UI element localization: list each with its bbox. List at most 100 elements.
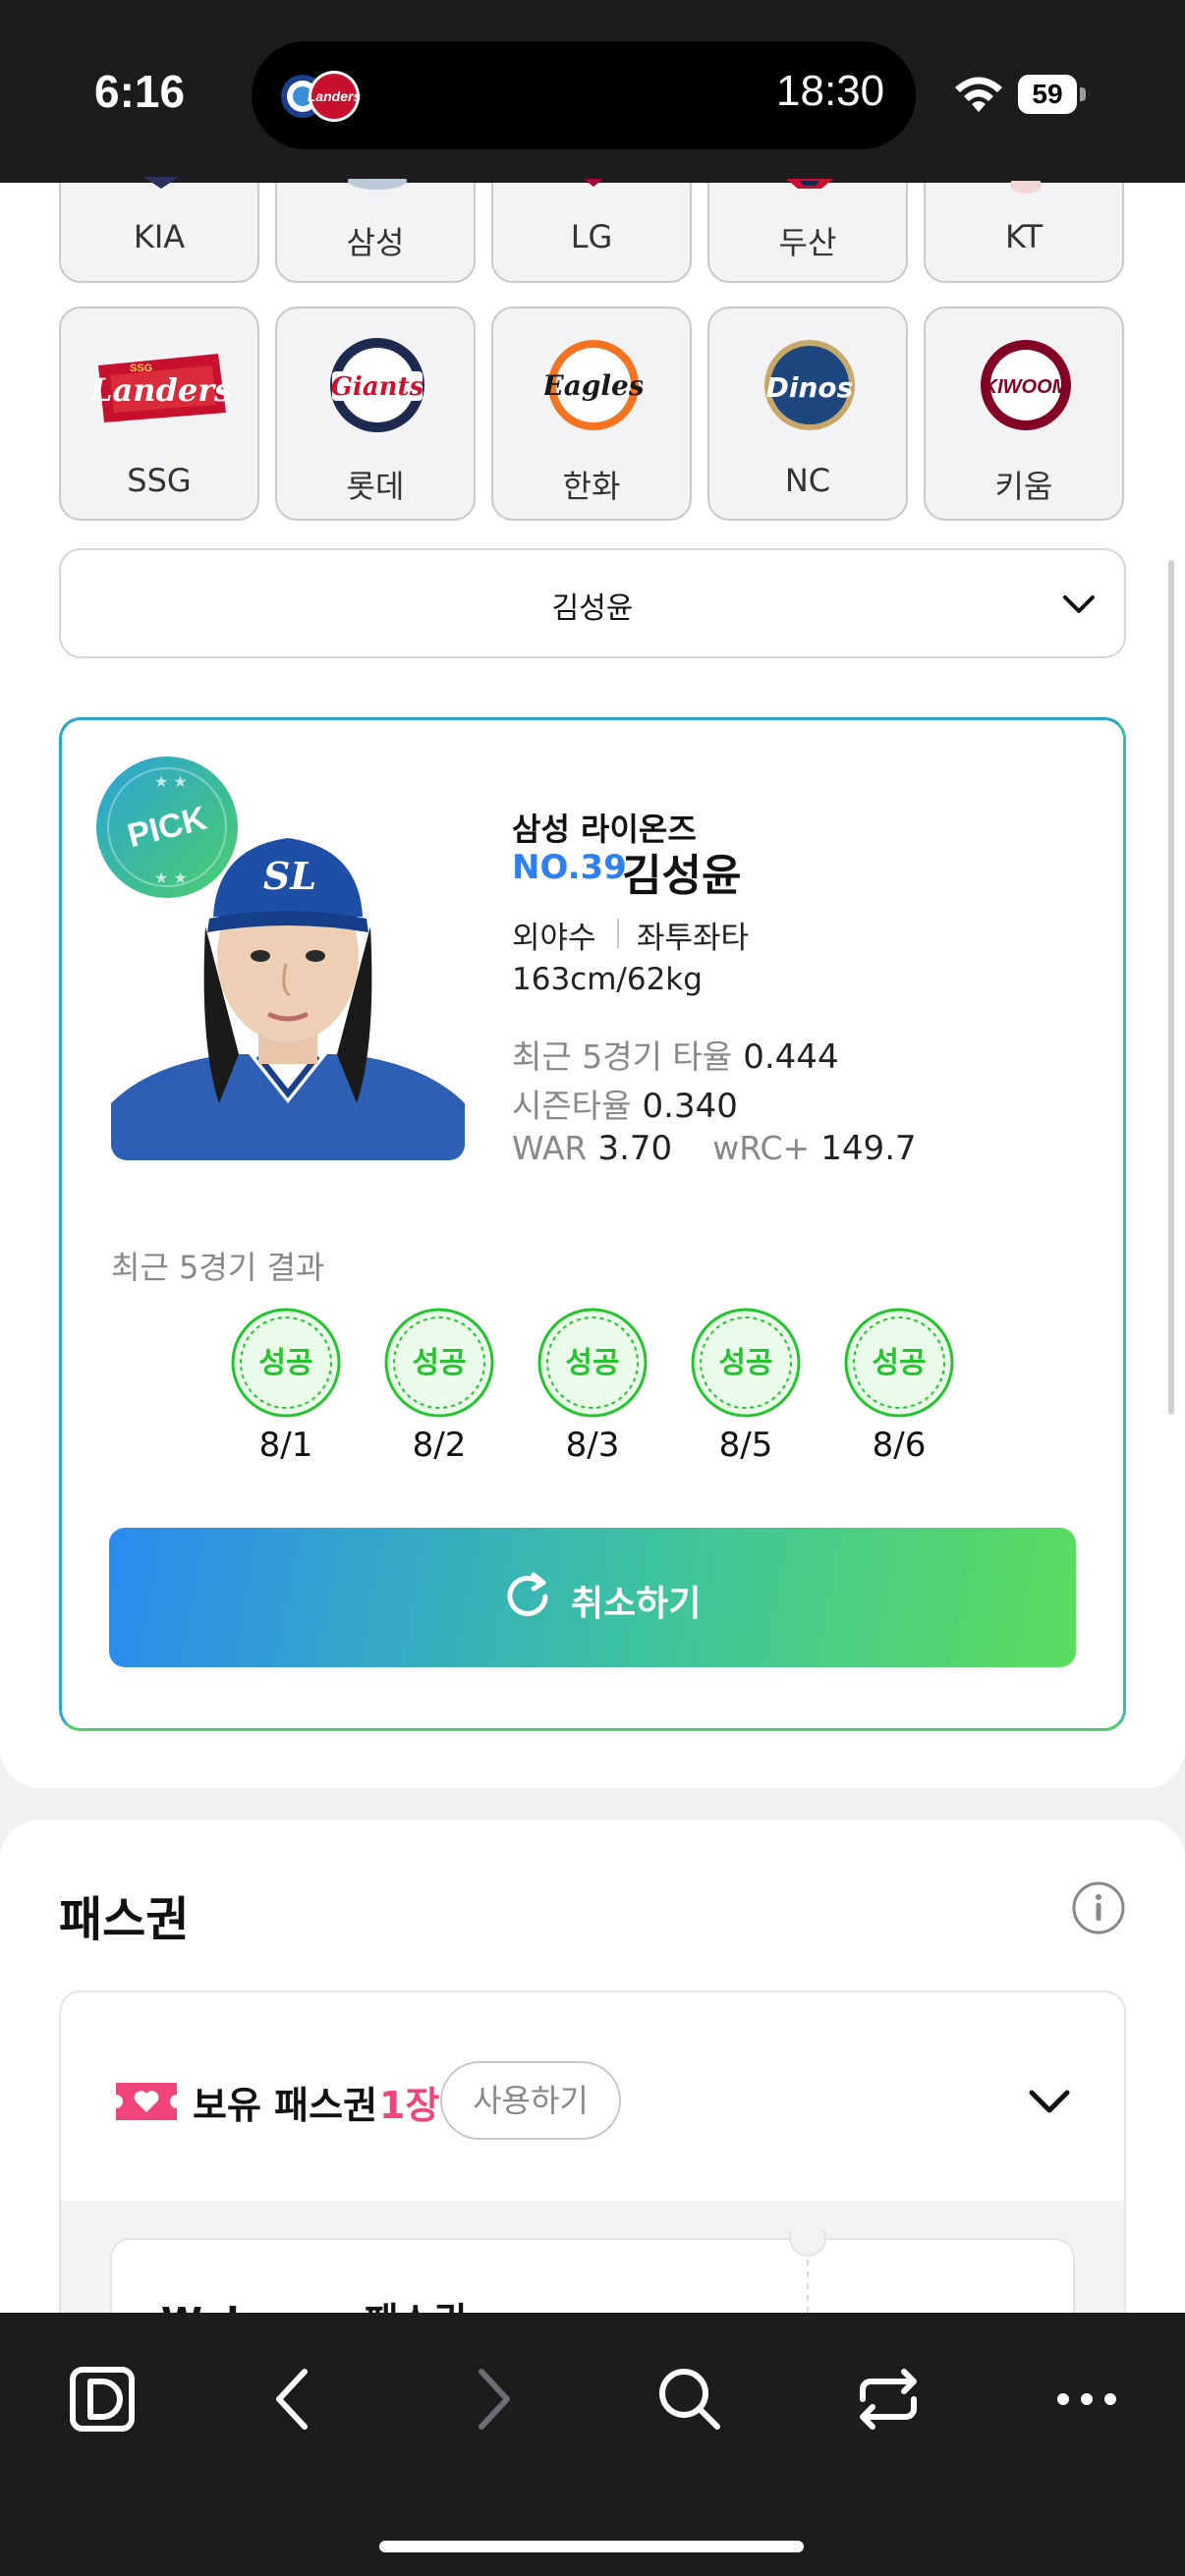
season-avg-row: 시즌타율 0.340 (512, 1080, 738, 1127)
tabs-switch-icon[interactable] (849, 2360, 928, 2438)
result-item: 성공 8/2 (384, 1308, 494, 1465)
cancel-pick-button[interactable]: 취소하기 (109, 1528, 1076, 1667)
stat-value: 0.444 (743, 1037, 839, 1077)
team-button-kiwoom[interactable]: KIWOOM 키움 (924, 307, 1124, 521)
home-indicator[interactable] (379, 2541, 804, 2552)
result-item: 성공 8/3 (537, 1308, 648, 1465)
result-item: 성공 8/6 (844, 1308, 954, 1465)
success-stamp-icon: 성공 (844, 1308, 954, 1418)
war-row: WAR 3.70 wRC+ 149.7 (512, 1129, 917, 1168)
battery-level: 59 (1018, 75, 1077, 114)
result-date: 8/5 (718, 1426, 773, 1465)
team-label: LG (570, 218, 613, 255)
player-physical: 163cm/62kg (512, 962, 703, 997)
svg-text:★ ★: ★ ★ (154, 772, 188, 791)
kiwoom-heroes-logo-icon: KIWOOM (981, 340, 1071, 430)
team-button-kt[interactable]: KT (924, 181, 1124, 283)
recent-results-label: 최근 5경기 결과 (111, 1249, 325, 1286)
kia-tigers-logo-icon (143, 177, 179, 189)
team-button-hanwha[interactable]: Eagles 한화 (491, 307, 692, 521)
result-date: 8/2 (412, 1426, 467, 1465)
kt-wiz-logo-icon (1010, 181, 1042, 194)
team-button-lg[interactable]: LG (491, 179, 692, 283)
player-select-dropdown[interactable]: 김성윤 (59, 548, 1126, 658)
player-number: NO.39 (512, 848, 627, 887)
team-label: KT (1004, 218, 1044, 255)
wifi-icon (955, 77, 1002, 112)
result-date: 8/3 (565, 1426, 620, 1465)
owned-pass-label: 보유 패스권 (193, 2084, 378, 2127)
hanwha-eagles-logo-icon: Eagles (544, 340, 643, 430)
pass-section: 패스권 보유 패스권 1장 사용하기 Welcome 패스권 (0, 1820, 1185, 2378)
refresh-icon (507, 1572, 548, 1616)
scrollbar[interactable] (1168, 560, 1174, 1415)
result-label: 성공 (718, 1346, 772, 1380)
team-label: KIA (133, 218, 186, 255)
success-stamp-icon: 성공 (384, 1308, 494, 1418)
result-date: 8/6 (872, 1426, 927, 1465)
player-select-value: 김성윤 (551, 591, 634, 626)
stat-label: wRC+ (712, 1129, 811, 1167)
battery-indicator: 59 (1018, 75, 1087, 118)
ssg-logo-text: Landers (90, 371, 232, 409)
chevron-down-icon (1063, 595, 1095, 613)
doosan-bears-logo-icon (786, 179, 833, 189)
team-label: 한화 (562, 468, 621, 505)
chevron-down-icon[interactable] (1026, 2085, 1073, 2118)
success-stamp-icon: 성공 (691, 1308, 801, 1418)
forward-icon[interactable] (452, 2360, 531, 2438)
stat-value: 0.340 (642, 1087, 738, 1126)
owned-pass-count: 1장 (379, 2084, 440, 2127)
info-icon[interactable] (1071, 1880, 1126, 1935)
result-item: 성공 8/1 (231, 1308, 341, 1465)
result-item: 성공 8/5 (691, 1308, 801, 1465)
ticket-heart-icon (116, 2083, 177, 2120)
nc-dinos-logo-icon: Dinos (764, 340, 855, 430)
cancel-pick-label: 취소하기 (571, 1584, 702, 1624)
pass-section-title: 패스권 (59, 1892, 190, 1947)
status-time: 6:16 (94, 66, 186, 117)
back-icon[interactable] (255, 2360, 334, 2438)
team-label: 키움 (994, 468, 1053, 505)
recent5-avg-row: 최근 5경기 타율 0.444 (512, 1031, 839, 1078)
divider (617, 919, 619, 948)
team-button-doosan[interactable]: 두산 (707, 179, 908, 283)
result-label: 성공 (412, 1346, 466, 1380)
team-button-nc[interactable]: Dinos NC (707, 307, 908, 521)
result-label: 성공 (872, 1346, 926, 1380)
lg-twins-logo-icon (584, 179, 603, 187)
browser-toolbar (0, 2313, 1185, 2576)
result-label: 성공 (565, 1346, 619, 1380)
samsung-lions-logo-icon (348, 179, 407, 190)
stat-label: WAR (512, 1129, 588, 1167)
lotte-giants-logo-icon: Giants (330, 338, 424, 432)
stat-value: 3.70 (597, 1129, 673, 1168)
player-position: 외야수 (512, 921, 596, 956)
owned-pass-box: 보유 패스권 1장 사용하기 Welcome 패스권 (59, 1990, 1126, 2378)
player-name: 김성윤 (622, 851, 742, 901)
player-card: SL PICK ★ ★ ★ ★ 삼성 라이온즈 NO.39 김성윤 외야수 좌투… (59, 717, 1126, 1731)
player-hand: 좌투좌타 (637, 921, 750, 956)
stat-value: 149.7 (820, 1129, 917, 1168)
result-label: 성공 (258, 1346, 312, 1380)
team-label: 두산 (778, 224, 837, 261)
stat-label: 최근 5경기 타율 (512, 1037, 733, 1076)
search-icon[interactable] (650, 2360, 729, 2438)
kiwoom-logo-text: KIWOOM (984, 376, 1070, 398)
app-d-icon[interactable] (63, 2360, 141, 2438)
cap-logo-text: SL (263, 854, 316, 898)
status-bar: 6:16 Landers 18:30 59 (0, 0, 1185, 183)
team-button-kia[interactable]: KIA (59, 177, 259, 283)
use-pass-button[interactable]: 사용하기 (440, 2061, 621, 2140)
more-icon[interactable] (1047, 2360, 1126, 2438)
player-pick-section: KIA 삼성 LG 두산 KT Landers SSG SSG Giants 롯… (0, 177, 1185, 1788)
team-button-lotte[interactable]: Giants 롯데 (275, 307, 476, 521)
team-button-samsung[interactable]: 삼성 (275, 179, 476, 283)
team-button-ssg[interactable]: Landers SSG SSG (59, 307, 259, 521)
stat-label: 시즌타율 (512, 1087, 632, 1125)
hanwha-logo-text: Eagles (544, 369, 643, 402)
live-activity-team-logos-icon: Landers (281, 71, 362, 122)
island-logo-text: Landers (308, 88, 362, 104)
svg-text:SSG: SSG (130, 363, 152, 374)
team-label: 롯데 (346, 468, 405, 505)
